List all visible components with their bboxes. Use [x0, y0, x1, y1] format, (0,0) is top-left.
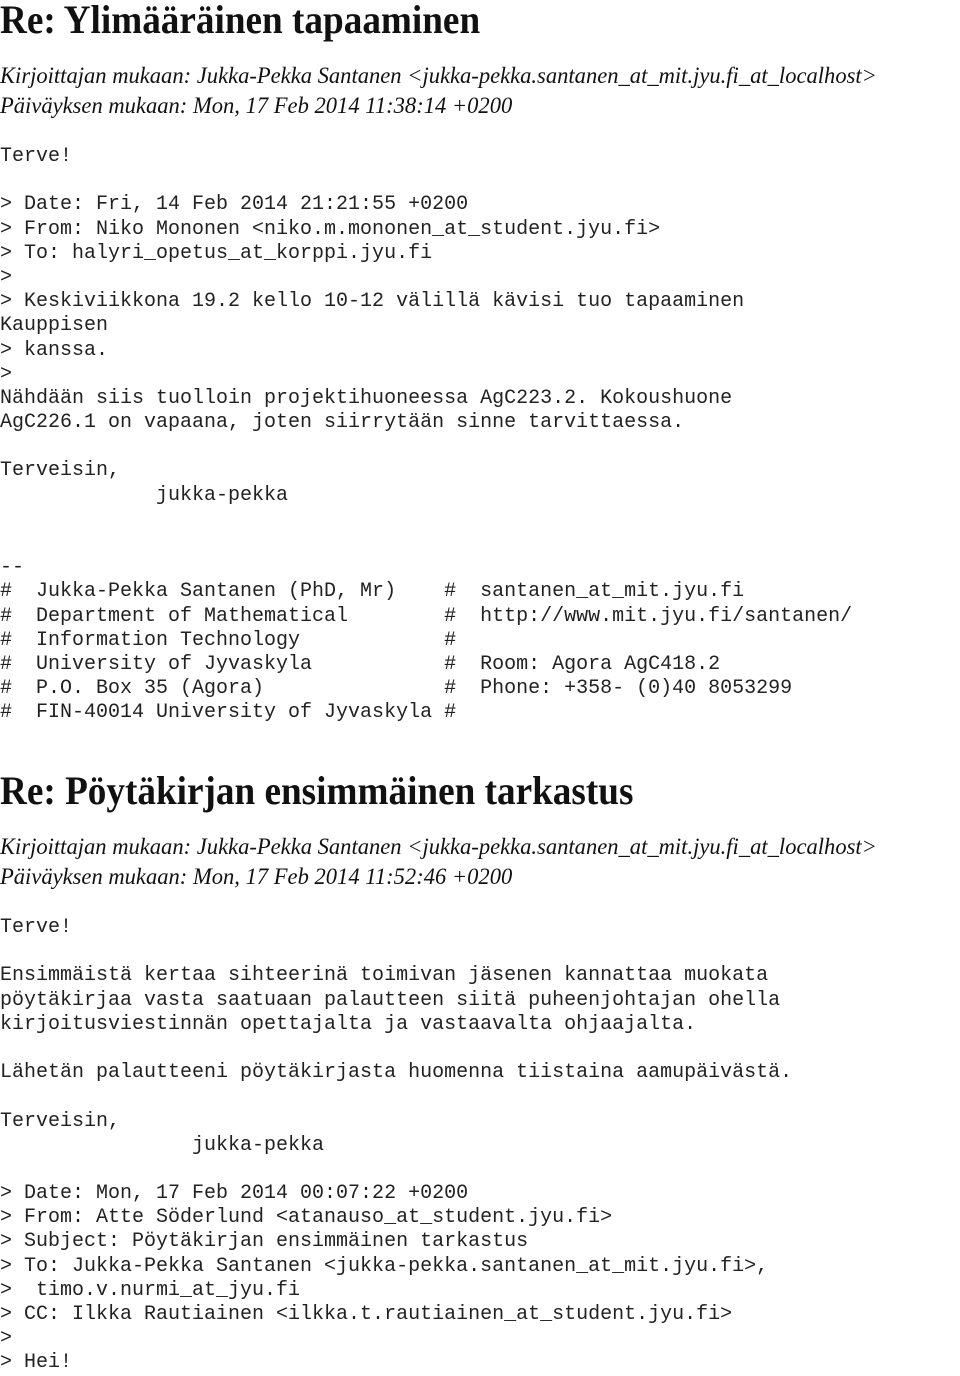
- author-line: Kirjoittajan mukaan: Jukka-Pekka Santane…: [0, 63, 877, 89]
- quoted-line: > To: halyri_opetus_at_korppi.jyu.fi: [0, 241, 433, 265]
- signature-line: # Information Technology #: [0, 628, 457, 652]
- date-line: Päiväyksen mukaan: Mon, 17 Feb 2014 11:3…: [0, 93, 513, 119]
- quoted-line: >: [0, 1327, 13, 1351]
- quoted-line: > kanssa.: [0, 338, 109, 362]
- body-line: [0, 1085, 792, 1109]
- signature-line: # Department of Mathematical # http://ww…: [0, 604, 853, 628]
- quoted-line: > Hei!: [0, 1351, 73, 1375]
- message-body: Terve! > Date: Fri, 14 Feb 2014 21:21:55 …: [0, 145, 852, 726]
- body-line: kirjoitusviestinnän opettajalta ja vasta…: [0, 1012, 697, 1036]
- quoted-line: > Date: Fri, 14 Feb 2014 21:21:55 +0200: [0, 193, 469, 217]
- body-line: [0, 1158, 792, 1182]
- body-line: Lähetän palautteeni pöytäkirjasta huomen…: [0, 1061, 793, 1085]
- body-line: jukka-pekka: [0, 483, 289, 507]
- quoted-line: > Keskiviikkona 19.2 kello 10-12 välillä…: [0, 290, 745, 314]
- body-line: [0, 435, 852, 459]
- quoted-line: > Subject: Pöytäkirjan ensimmäinen tarka…: [0, 1230, 529, 1254]
- signature-line: # Jukka-Pekka Santanen (PhD, Mr) # santa…: [0, 580, 745, 604]
- body-line: Terveisin,: [0, 459, 121, 483]
- body-line: Nähdään siis tuolloin projektihuoneessa …: [0, 386, 733, 410]
- quoted-line: >: [0, 362, 13, 386]
- body-line: [0, 508, 852, 532]
- body-line: [0, 940, 792, 964]
- quoted-line: > timo.v.nurmi_at_jyu.fi: [0, 1278, 301, 1302]
- body-line: Ensimmäistä kertaa sihteerinä toimivan j…: [0, 964, 769, 988]
- signature-line: # FIN-40014 University of Jyvaskyla #: [0, 701, 457, 725]
- body-line: [0, 532, 852, 556]
- author-line: Kirjoittajan mukaan: Jukka-Pekka Santane…: [0, 834, 877, 860]
- quoted-line: > To: Jukka-Pekka Santanen <jukka-pekka.…: [0, 1254, 769, 1278]
- body-line: pöytäkirjaa vasta saatuaan palautteen si…: [0, 988, 781, 1012]
- body-line: Terve!: [0, 916, 73, 939]
- signature-line: # P.O. Box 35 (Agora) # Phone: +358- (0)…: [0, 677, 793, 701]
- message-title: Re: Ylimääräinen tapaaminen: [0, 0, 481, 42]
- quoted-line: > Date: Mon, 17 Feb 2014 00:07:22 +0200: [0, 1182, 469, 1206]
- signature-line: # University of Jyvaskyla # Room: Agora …: [0, 652, 721, 676]
- message-body: Terve! Ensimmäistä kertaa sihteerinä toim…: [0, 916, 792, 1376]
- body-line: [0, 169, 852, 193]
- body-line: jukka-pekka: [0, 1133, 325, 1157]
- message-title: Re: Pöytäkirjan ensimmäinen tarkastus: [0, 768, 634, 813]
- body-line: Kauppisen: [0, 314, 109, 338]
- body-line: Terveisin,: [0, 1109, 121, 1133]
- body-line: --: [0, 556, 25, 580]
- quoted-line: > CC: Ilkka Rautiainen <ilkka.t.rautiain…: [0, 1303, 733, 1326]
- quoted-line: >: [0, 265, 13, 289]
- body-line: [0, 1037, 792, 1061]
- quoted-line: > From: Niko Mononen <niko.m.mononen_at_…: [0, 217, 661, 241]
- body-line: Terve!: [0, 145, 73, 168]
- quoted-line: > From: Atte Söderlund <atanauso_at_stud…: [0, 1206, 613, 1230]
- date-line: Päiväyksen mukaan: Mon, 17 Feb 2014 11:5…: [0, 864, 513, 890]
- body-line: AgC226.1 on vapaana, joten siirrytään si…: [0, 411, 685, 435]
